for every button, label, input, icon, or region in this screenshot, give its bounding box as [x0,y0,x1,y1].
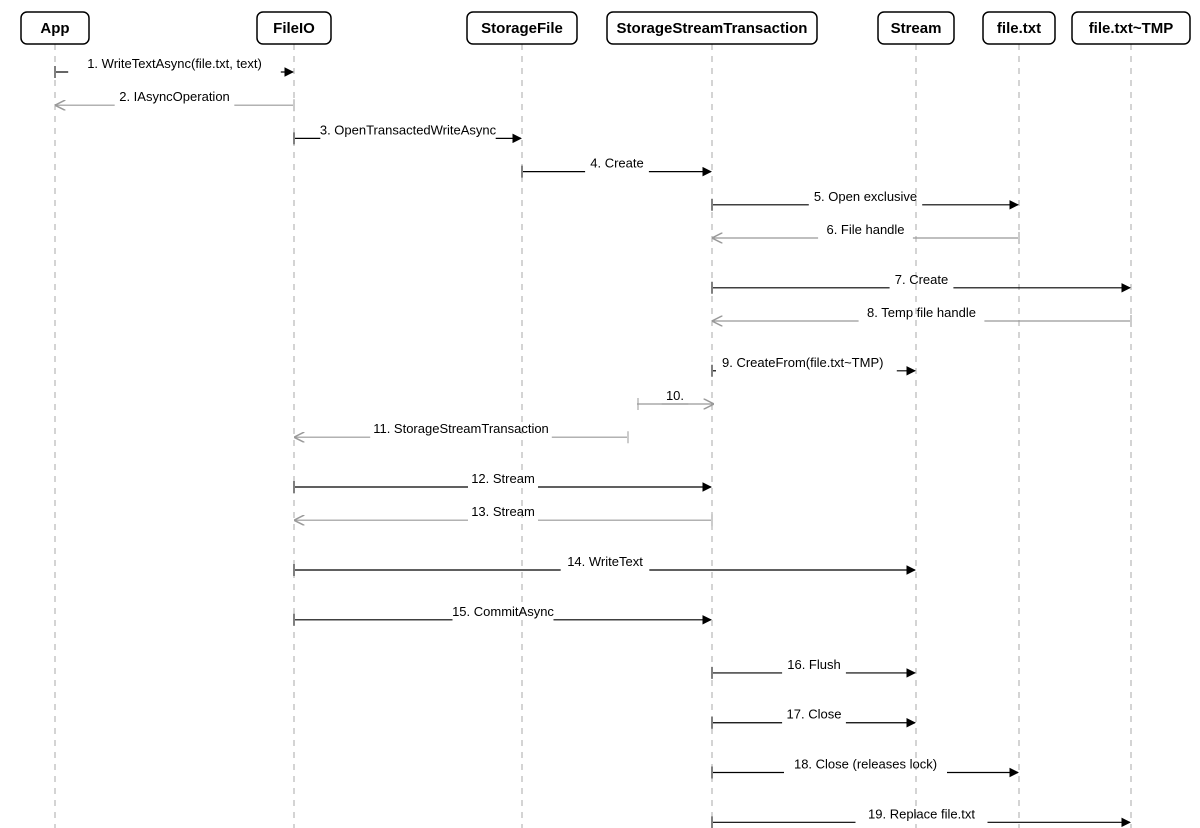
msg-label-6: 6. File handle [826,222,904,237]
msg-label-15: 15. CommitAsync [452,604,554,619]
msg-label-5: 5. Open exclusive [814,189,917,204]
msg-label-12: 12. Stream [471,471,535,486]
msg-label-19: 19. Replace file.txt [868,806,975,821]
msg-label-17: 17. Close [787,707,842,722]
msg-label-10: 10. [666,388,684,403]
sequence-diagram: App FileIO StorageFile StorageStreamTransac… [0,0,1200,828]
msg-label-16: 16. Flush [787,657,840,672]
participant-label-File: file.txt [997,20,1041,37]
msg-label-2: 2. IAsyncOperation [119,89,230,104]
msg-label-11: 11. StorageStreamTransaction [373,421,549,436]
participant-label-App: App [40,20,69,37]
participant-label-Tmp: file.txt~TMP [1089,20,1174,37]
participant-label-SST: StorageStreamTransaction [617,20,808,37]
msg-label-18: 18. Close (releases lock) [794,757,937,772]
msg-label-3: 3. OpenTransactedWriteAsync [320,122,497,137]
msg-label-14: 14. WriteText [567,554,643,569]
participant-label-FileIO: FileIO [273,20,315,37]
msg-label-4: 4. Create [590,156,643,171]
participant-label-SFile: StorageFile [481,20,563,37]
msg-label-8: 8. Temp file handle [867,305,976,320]
msg-label-9: 9. CreateFrom(file.txt~TMP) [722,355,883,370]
participant-label-Stream: Stream [891,20,942,37]
msg-label-1: 1. WriteTextAsync(file.txt, text) [87,56,262,71]
msg-label-7: 7. Create [895,272,948,287]
msg-label-13: 13. Stream [471,504,535,519]
